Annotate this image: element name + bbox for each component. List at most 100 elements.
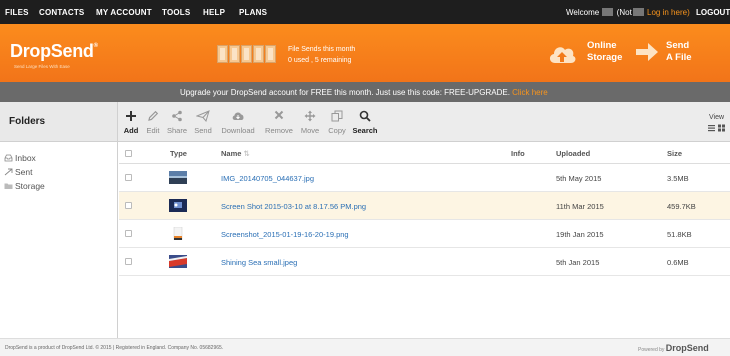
file-name-link[interactable]: Shining Sea small.jpeg bbox=[221, 258, 297, 267]
folders-sidebar: Inbox Sent Storage bbox=[0, 142, 118, 338]
file-uploaded: 5th May 2015 bbox=[556, 174, 602, 183]
cloud-upload-icon[interactable] bbox=[546, 38, 578, 70]
view-toggle-icon[interactable] bbox=[708, 124, 726, 132]
move-label: Move bbox=[300, 126, 320, 135]
table-row[interactable]: Screen Shot 2015-03-10 at 8.17.56 PM.png… bbox=[119, 192, 730, 220]
folders-header: Folders bbox=[0, 102, 118, 142]
header-banner: DropSend® Send Large Files With Ease Fil… bbox=[0, 24, 730, 82]
view-label: View bbox=[709, 114, 725, 121]
share-button[interactable]: Share bbox=[166, 102, 188, 142]
copy-button[interactable]: Copy bbox=[325, 102, 349, 142]
logout-link[interactable]: LOGOUT bbox=[696, 8, 730, 17]
login-link[interactable]: Log in here) bbox=[647, 8, 690, 17]
sidebar-item-sent[interactable]: Sent bbox=[4, 167, 33, 177]
dropsend-logo[interactable]: DropSend® bbox=[10, 41, 98, 62]
arrow-right-icon[interactable] bbox=[634, 40, 660, 64]
search-button[interactable]: Search bbox=[351, 102, 379, 142]
pencil-icon bbox=[148, 110, 159, 121]
row-checkbox[interactable] bbox=[125, 258, 132, 265]
powered-by-brand: DropSend bbox=[665, 343, 709, 353]
logo-tagline: Send Large Files With Ease bbox=[14, 64, 70, 69]
footer: DropSend is a product of DropSend Ltd. ©… bbox=[0, 338, 730, 356]
edit-label: Edit bbox=[146, 126, 160, 135]
sort-icon: ⇅ bbox=[243, 149, 250, 158]
storage-line-2: Storage bbox=[587, 52, 623, 63]
file-name-link[interactable]: IMG_20140705_044637.jpg bbox=[221, 174, 314, 183]
share-label: Share bbox=[166, 126, 187, 135]
table-row[interactable]: Shining Sea small.jpeg 5th Jan 2015 0.6M… bbox=[119, 248, 730, 276]
sidebar-item-inbox[interactable]: Inbox bbox=[4, 153, 36, 163]
image-thumbnail bbox=[169, 255, 187, 268]
send-button[interactable]: Send bbox=[192, 102, 214, 142]
row-checkbox[interactable] bbox=[125, 230, 132, 237]
sidebar-item-storage[interactable]: Storage bbox=[4, 181, 45, 191]
nav-help[interactable]: HELP bbox=[203, 8, 225, 17]
table-header: Type Name ⇅ Info Uploaded Size bbox=[119, 142, 730, 164]
file-size: 459.7KB bbox=[667, 202, 696, 211]
nav-plans[interactable]: PLANS bbox=[239, 8, 267, 17]
image-thumbnail bbox=[169, 199, 187, 212]
logo-text: DropSend bbox=[10, 41, 94, 61]
edit-button[interactable]: Edit bbox=[143, 102, 163, 142]
nav-my-account[interactable]: MY ACCOUNT bbox=[96, 8, 152, 17]
remove-button[interactable]: Remove bbox=[262, 102, 296, 142]
upgrade-message-wrap: Upgrade your DropSend account for FREE t… bbox=[180, 88, 548, 97]
move-arrows-icon bbox=[304, 110, 316, 122]
file-name-link[interactable]: Screen Shot 2015-03-10 at 8.17.56 PM.png bbox=[221, 202, 366, 211]
nav-tools[interactable]: TOOLS bbox=[162, 8, 190, 17]
download-label: Download bbox=[221, 126, 255, 135]
sidebar-item-label: Storage bbox=[15, 181, 45, 191]
storage-line-1: Online bbox=[587, 40, 617, 51]
image-thumbnail bbox=[169, 171, 187, 184]
powered-by-label: Powered by bbox=[638, 347, 665, 353]
file-uploaded: 11th Mar 2015 bbox=[556, 202, 604, 211]
sent-arrow-icon bbox=[4, 168, 13, 176]
redacted-username bbox=[602, 8, 614, 16]
add-label: Add bbox=[123, 126, 139, 135]
cloud-download-icon bbox=[232, 112, 244, 120]
nav-contacts[interactable]: CONTACTS bbox=[39, 8, 84, 17]
remove-label: Remove bbox=[265, 126, 293, 135]
powered-by: Powered by DropSend bbox=[638, 343, 709, 353]
welcome-prefix: Welcome bbox=[566, 8, 600, 17]
sends-meter-cell bbox=[241, 45, 252, 63]
col-size[interactable]: Size bbox=[667, 149, 682, 158]
share-icon bbox=[172, 110, 182, 122]
file-size: 3.5MB bbox=[667, 174, 689, 183]
nav-files[interactable]: FILES bbox=[5, 8, 29, 17]
select-all-checkbox[interactable] bbox=[125, 150, 132, 157]
plus-icon bbox=[126, 111, 136, 121]
row-checkbox[interactable] bbox=[125, 174, 132, 181]
folder-icon bbox=[4, 183, 13, 189]
sends-label: File Sends this month bbox=[288, 46, 356, 53]
upgrade-bar: Upgrade your DropSend account for FREE t… bbox=[0, 82, 730, 102]
redacted-username-2 bbox=[632, 8, 644, 16]
upgrade-message: Upgrade your DropSend account for FREE t… bbox=[180, 88, 510, 97]
upgrade-click-here-link[interactable]: Click here bbox=[512, 88, 548, 97]
download-button[interactable]: Download bbox=[219, 102, 257, 142]
move-button[interactable]: Move bbox=[298, 102, 322, 142]
send-label: Send bbox=[194, 126, 212, 135]
not-text: (Not bbox=[616, 8, 632, 17]
sends-count: 0 used , 5 remaining bbox=[288, 57, 352, 64]
col-type[interactable]: Type bbox=[170, 149, 187, 158]
file-size: 0.6MB bbox=[667, 258, 689, 267]
col-uploaded[interactable]: Uploaded bbox=[556, 149, 590, 158]
x-icon bbox=[274, 110, 284, 120]
online-storage-button[interactable]: Online Storage bbox=[587, 40, 622, 64]
file-toolbar: Add Edit Share Send Download Remove Move… bbox=[118, 102, 730, 142]
row-checkbox[interactable] bbox=[125, 202, 132, 209]
send-line-1: Send bbox=[666, 40, 690, 51]
col-name[interactable]: Name ⇅ bbox=[221, 149, 250, 158]
logo-registered-mark: ® bbox=[93, 43, 98, 49]
send-file-button[interactable]: Send A File bbox=[666, 40, 692, 64]
add-button[interactable]: Add bbox=[122, 102, 140, 142]
table-row[interactable]: Screenshot_2015-01-19-16-20-19.png 19th … bbox=[119, 220, 730, 248]
col-name-label: Name bbox=[221, 149, 242, 158]
image-thumbnail bbox=[173, 227, 183, 240]
top-nav: FILES CONTACTS MY ACCOUNT TOOLS HELP PLA… bbox=[0, 0, 730, 24]
col-info[interactable]: Info bbox=[511, 149, 525, 158]
table-row[interactable]: IMG_20140705_044637.jpg 5th May 2015 3.5… bbox=[119, 164, 730, 192]
file-name-link[interactable]: Screenshot_2015-01-19-16-20-19.png bbox=[221, 230, 349, 239]
copy-label: Copy bbox=[328, 126, 346, 135]
